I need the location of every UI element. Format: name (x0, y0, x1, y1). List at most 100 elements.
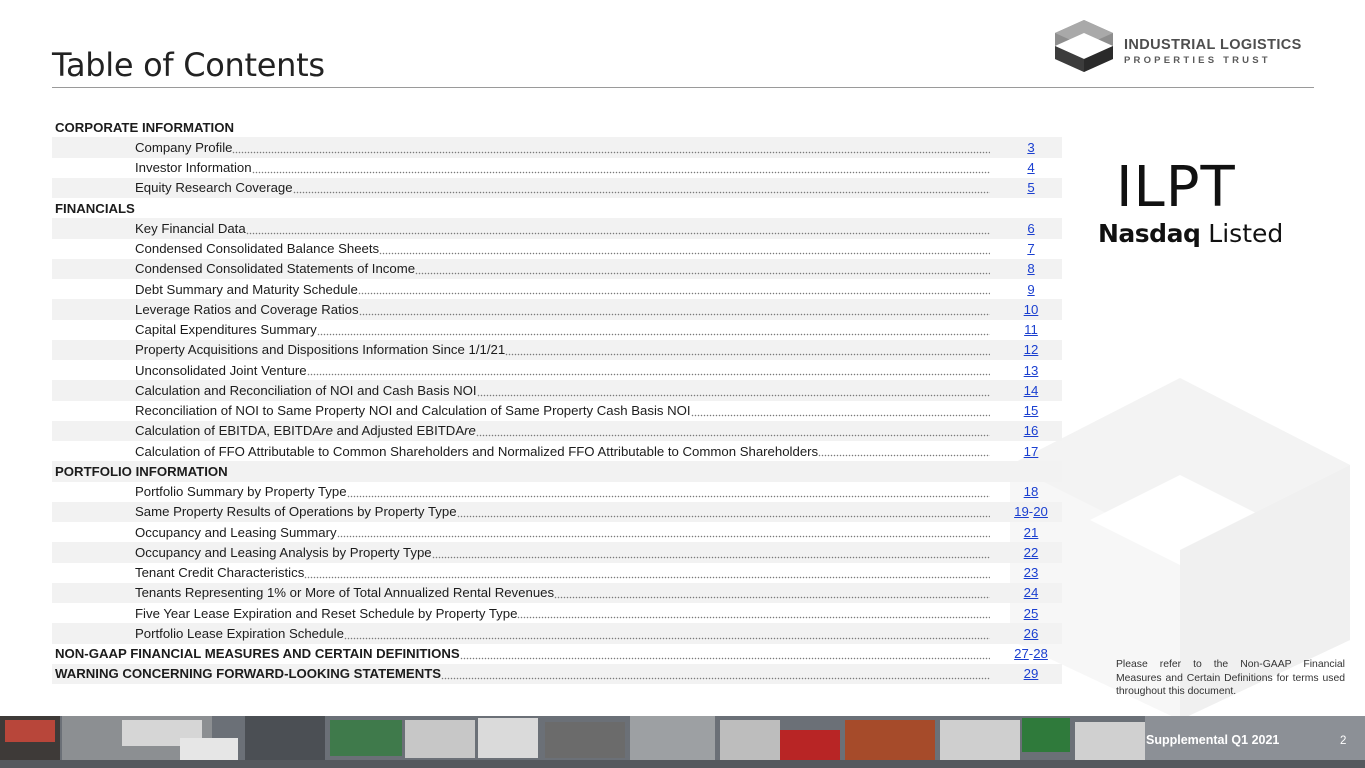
toc-entry-row: Company Profile 3 (52, 137, 1062, 158)
toc-entry-label: Condensed Consolidated Balance Sheets (135, 241, 380, 257)
page-link[interactable]: 22 (1024, 545, 1039, 560)
toc-entry-label: Occupancy and Leasing Analysis by Proper… (52, 544, 432, 560)
toc-page-ref: 3 (1000, 140, 1062, 155)
page-link[interactable]: 7 (1027, 241, 1034, 256)
dot-leader (357, 281, 990, 296)
dot-leader (415, 261, 990, 275)
page-link[interactable]: 6 (1027, 221, 1034, 236)
toc-section-row: PORTFOLIO INFORMATION (52, 461, 1062, 482)
dot-leader (292, 180, 990, 194)
toc-entry-label: Calculation of EBITDA, EBITDAre and Adju… (52, 423, 476, 439)
toc-page-ref: 9 (1000, 282, 1062, 297)
toc-page-ref: 18 (1000, 484, 1062, 499)
toc-page-ref: 26 (1000, 626, 1062, 641)
toc-entry-row: Occupancy and Leasing Analysis by Proper… (52, 542, 1062, 563)
title-divider (52, 87, 1314, 88)
dot-leader (306, 362, 990, 377)
dot-leader (459, 645, 990, 660)
logo-wordmark-line2: PROPERTIES TRUST (1124, 55, 1271, 66)
page-link[interactable]: 28 (1033, 646, 1048, 661)
dot-leader (456, 504, 990, 518)
page-link[interactable]: 8 (1027, 261, 1034, 276)
toc-page-ref: 17 (1000, 444, 1062, 459)
toc-entry-row: Tenant Credit Characteristics 23 (52, 563, 1062, 583)
exchange-listing: Nasdaq Listed (1098, 220, 1283, 248)
page-link[interactable]: 14 (1024, 383, 1039, 398)
toc-page-ref: 7 (1000, 241, 1062, 256)
page-link[interactable]: 25 (1024, 606, 1039, 621)
dot-leader (232, 139, 990, 154)
page-link[interactable]: 18 (1024, 484, 1039, 499)
page-link[interactable]: 11 (1024, 322, 1038, 337)
dot-leader (517, 605, 990, 620)
toc-page-ref: 29 (1000, 666, 1062, 681)
footer-page-number: 2 (1340, 735, 1347, 747)
page-link[interactable]: 12 (1024, 342, 1039, 357)
toc-page-ref: 6 (1000, 221, 1062, 236)
page-link[interactable]: 3 (1027, 140, 1034, 155)
toc-entry-row: Leverage Ratios and Coverage Ratios 10 (52, 299, 1062, 320)
toc-entry-label: Leverage Ratios and Coverage Ratios (52, 301, 359, 317)
toc-entry-label: Reconciliation of NOI to Same Property N… (135, 403, 691, 419)
toc-entry-label: Debt Summary and Maturity Schedule (135, 281, 358, 297)
page-link[interactable]: 24 (1024, 585, 1039, 600)
toc-entry-label: Five Year Lease Expiration and Reset Sch… (135, 605, 518, 621)
dot-leader (690, 402, 990, 417)
toc-entry-row: Key Financial Data 6 (52, 218, 1062, 239)
toc-page-ref: 10 (1000, 302, 1062, 317)
toc-section-row: WARNING CONCERNING FORWARD-LOOKING STATE… (52, 663, 1062, 684)
page-link[interactable]: 26 (1024, 626, 1039, 641)
page-link[interactable]: 5 (1027, 180, 1034, 195)
page-link[interactable]: 13 (1024, 363, 1039, 378)
toc-entry-label: Unconsolidated Joint Venture (135, 362, 307, 378)
toc-section-row: FINANCIALS (52, 198, 1062, 218)
toc-entry-row: Tenants Representing 1% or More of Total… (52, 582, 1062, 603)
page-link[interactable]: 20 (1033, 504, 1048, 519)
toc-entry-row: Equity Research Coverage 5 (52, 177, 1062, 198)
dot-leader (343, 625, 990, 640)
toc-page-ref: 27-28 (1000, 646, 1062, 661)
page-link[interactable]: 9 (1027, 282, 1034, 297)
page-link[interactable]: 15 (1024, 403, 1039, 418)
dot-leader (245, 220, 990, 235)
toc-entry-label: Calculation of FFO Attributable to Commo… (135, 443, 819, 459)
toc-entry-row: Property Acquisitions and Dispositions I… (52, 339, 1062, 360)
toc-section-label: PORTFOLIO INFORMATION (52, 463, 228, 479)
ticker-block: ILPT Nasdaq Listed (1098, 156, 1283, 248)
toc-entry-row: Reconciliation of NOI to Same Property N… (52, 401, 1062, 421)
toc-entry-row: Condensed Consolidated Statements of Inc… (52, 258, 1062, 279)
toc-section-row: NON-GAAP FINANCIAL MEASURES AND CERTAIN … (52, 644, 1062, 664)
toc-entry-label: Portfolio Summary by Property Type (135, 484, 347, 500)
page-link[interactable]: 4 (1027, 160, 1034, 175)
toc-entry-row: Capital Expenditures Summary 11 (52, 320, 1062, 340)
toc-page-ref: 12 (1000, 342, 1062, 357)
toc-page-ref: 21 (1000, 525, 1062, 540)
toc-page-ref: 15 (1000, 403, 1062, 418)
toc-page-ref: 23 (1000, 565, 1062, 580)
dot-leader (336, 524, 990, 539)
toc-entry-row: Calculation and Reconciliation of NOI an… (52, 380, 1062, 401)
table-of-contents: CORPORATE INFORMATION Company Profile 3 Inv… (52, 117, 1062, 684)
listed-text: Listed (1200, 219, 1284, 248)
page-link[interactable]: 27 (1014, 646, 1029, 661)
footer-report-label: Supplemental Q1 2021 (1146, 733, 1280, 747)
page-title: Table of Contents (52, 46, 325, 84)
toc-entry-label: Tenants Representing 1% or More of Total… (52, 585, 555, 601)
toc-entry-row: Calculation of EBITDA, EBITDAre and Adju… (52, 420, 1062, 441)
page-link[interactable]: 21 (1024, 525, 1039, 540)
page-link[interactable]: 17 (1024, 444, 1039, 459)
page-link[interactable]: 19 (1014, 504, 1029, 519)
toc-page-ref: 19-20 (1000, 504, 1062, 519)
dot-leader (358, 301, 990, 316)
toc-entry-row: Investor Information 4 (52, 158, 1062, 178)
toc-page-ref: 24 (1000, 585, 1062, 600)
toc-entry-label: Same Property Results of Operations by P… (52, 504, 457, 520)
toc-entry-row: Condensed Consolidated Balance Sheets 7 (52, 239, 1062, 259)
page-link[interactable]: 23 (1024, 565, 1039, 580)
toc-entry-row: Calculation of FFO Attributable to Commo… (52, 441, 1062, 461)
page-link[interactable]: 29 (1024, 666, 1039, 681)
dot-leader (505, 342, 990, 356)
toc-entry-row: Portfolio Lease Expiration Schedule 26 (52, 623, 1062, 644)
page-link[interactable]: 16 (1024, 423, 1039, 438)
page-link[interactable]: 10 (1024, 302, 1039, 317)
